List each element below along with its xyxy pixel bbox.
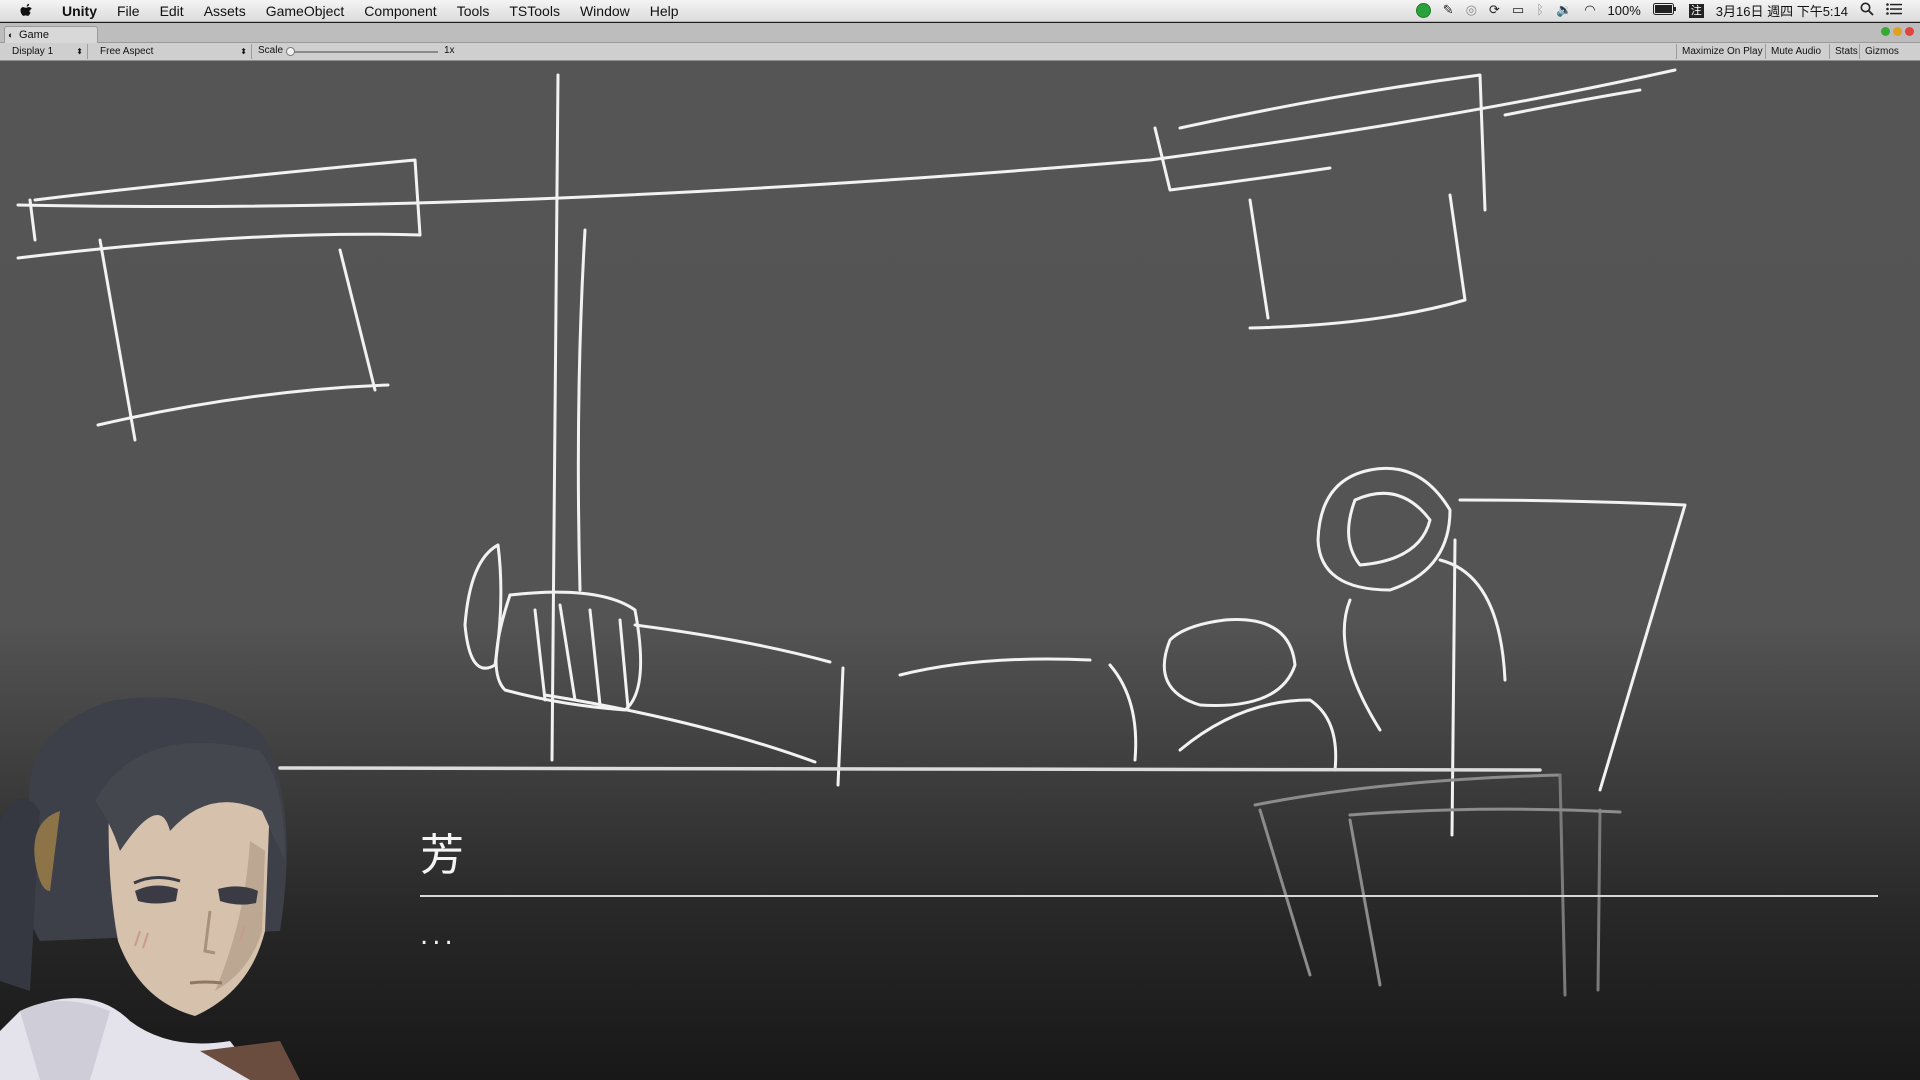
- aspect-dropdown[interactable]: Free Aspect ⬍: [94, 44, 252, 59]
- dialog-text: ...: [420, 921, 457, 951]
- airplay-icon[interactable]: ▭: [1512, 3, 1524, 18]
- menu-file[interactable]: File: [107, 3, 150, 19]
- battery-icon[interactable]: [1652, 3, 1677, 18]
- menu-component[interactable]: Component: [354, 3, 446, 19]
- window-controls: [1881, 27, 1914, 36]
- menu-assets[interactable]: Assets: [194, 3, 256, 19]
- sync-icon[interactable]: ⟳: [1489, 3, 1500, 18]
- editor-tab-bar: ◐ Game: [0, 23, 1920, 43]
- apple-menu-icon[interactable]: [20, 3, 34, 19]
- game-tab-label: Game: [19, 29, 49, 41]
- line-app-icon[interactable]: [1415, 3, 1431, 18]
- menu-help[interactable]: Help: [640, 3, 689, 19]
- volume-icon[interactable]: 🔉: [1556, 3, 1572, 18]
- game-tab-icon: ◐: [8, 30, 14, 40]
- input-method-icon[interactable]: 注: [1688, 3, 1704, 18]
- menu-gameobject[interactable]: GameObject: [256, 3, 355, 19]
- menu-tstools[interactable]: TSTools: [499, 3, 570, 19]
- scale-label: Scale: [258, 45, 284, 56]
- menu-tools[interactable]: Tools: [447, 3, 500, 19]
- character-portrait: [0, 697, 300, 1080]
- maximize-on-play-button[interactable]: Maximize On Play: [1676, 44, 1768, 59]
- clock-datetime[interactable]: 3月16日 週四 下午5:14: [1716, 1, 1848, 20]
- display-label: Display 1: [12, 46, 54, 57]
- bluetooth-icon[interactable]: ᛒ: [1536, 3, 1544, 18]
- tab-game[interactable]: ◐ Game: [4, 26, 98, 43]
- menu-app-unity[interactable]: Unity: [52, 3, 107, 19]
- stats-button[interactable]: Stats: [1829, 44, 1863, 59]
- dialog-box[interactable]: 芳 ...: [420, 821, 1880, 951]
- gizmos-dropdown[interactable]: Gizmos: [1859, 44, 1904, 59]
- scale-slider-handle[interactable]: [286, 47, 295, 56]
- scale-value: 1x: [444, 45, 455, 56]
- display-dropdown[interactable]: Display 1 ⬍: [6, 44, 88, 59]
- battery-percent: 100%: [1607, 3, 1641, 18]
- maximize-icon[interactable]: [1881, 27, 1890, 36]
- dialog-divider: [420, 895, 1878, 897]
- dropdown-arrow-icon: ⬍: [76, 47, 83, 56]
- wifi-icon[interactable]: ◠: [1584, 3, 1595, 18]
- macos-menu-bar: Unity File Edit Assets GameObject Compon…: [0, 0, 1920, 22]
- menu-window[interactable]: Window: [570, 3, 640, 19]
- game-view-canvas[interactable]: 芳 ...: [0, 61, 1920, 1080]
- dropdown-arrow-icon: ⬍: [240, 47, 247, 56]
- aspect-label: Free Aspect: [100, 46, 154, 57]
- mute-audio-button[interactable]: Mute Audio: [1765, 44, 1826, 59]
- minimize-icon[interactable]: [1893, 27, 1902, 36]
- evernote-icon[interactable]: ✎: [1443, 3, 1454, 18]
- spotlight-search-icon[interactable]: [1860, 2, 1874, 19]
- speaker-name: 芳: [420, 830, 464, 881]
- notification-center-icon[interactable]: [1886, 3, 1902, 18]
- close-icon[interactable]: [1905, 27, 1914, 36]
- game-view-toolbar: Display 1 ⬍ Free Aspect ⬍ Scale 1x Maxim…: [0, 43, 1920, 61]
- scale-slider-track[interactable]: [290, 51, 438, 53]
- menu-edit[interactable]: Edit: [150, 3, 194, 19]
- status-tray: ✎ ◎ ⟳ ▭ ᛒ 🔉 ◠ 100% 注 3月16日 週四 下午5:14: [1415, 1, 1920, 20]
- dropbox-icon[interactable]: ◎: [1466, 3, 1477, 18]
